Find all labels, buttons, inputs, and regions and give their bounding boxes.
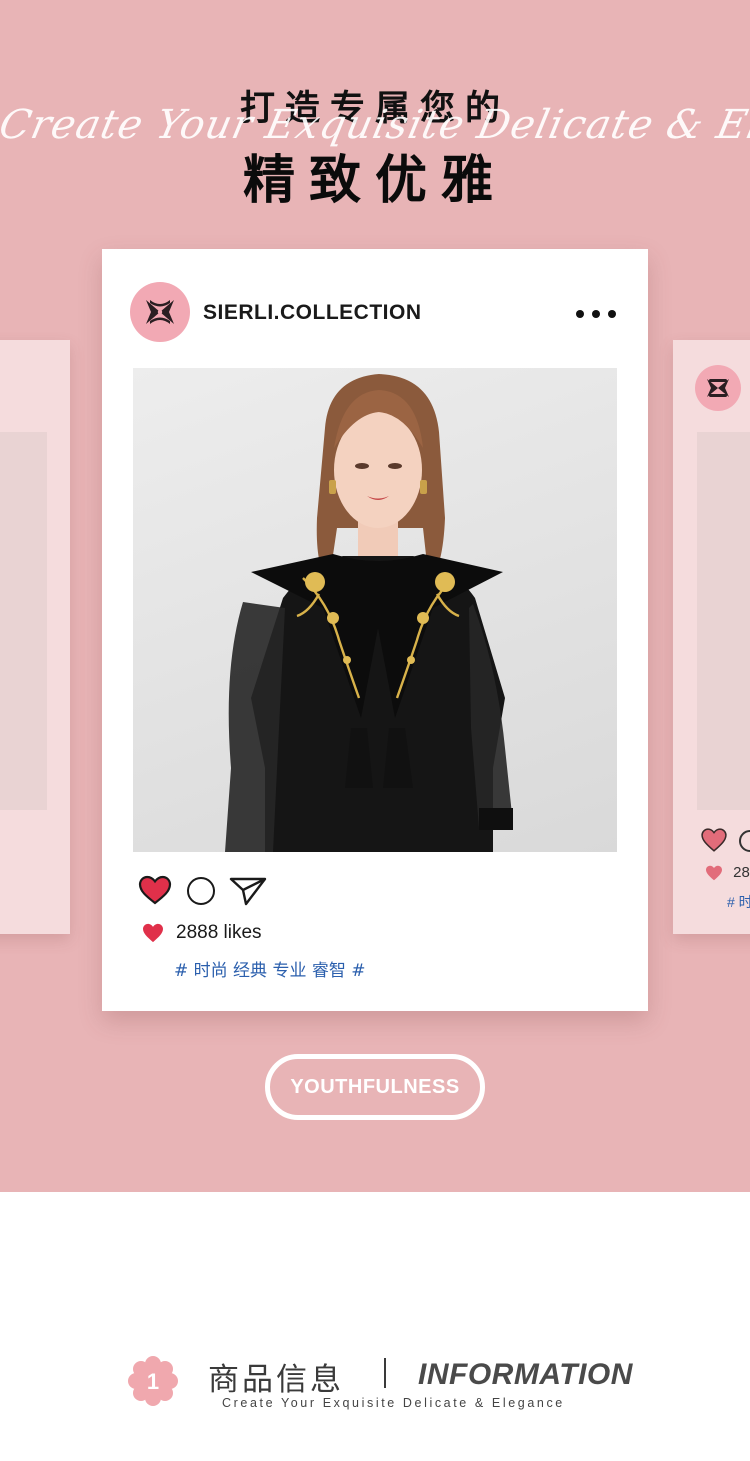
side-post-photo — [697, 432, 750, 810]
section-title-en: INFORMATION — [418, 1358, 633, 1391]
heart-icon[interactable] — [138, 875, 172, 905]
likes-count: 2888 likes — [176, 922, 262, 943]
hero-section: 打造专属您的 Create Your Exquisite Delicate & … — [0, 0, 750, 1192]
product-info-header: 1 商品信息 INFORMATION Create Your Exquisite… — [0, 1350, 750, 1420]
section-number: 1 — [147, 1369, 159, 1394]
comment-icon[interactable] — [187, 877, 215, 905]
youthfulness-button[interactable]: YOUTHFULNESS — [265, 1054, 485, 1120]
post-hashtags[interactable]: # 时尚 经典 专业 睿智 # — [174, 956, 366, 981]
post-likes: 2888 likes — [142, 921, 262, 945]
post-card: SIERLI.COLLECTION 2888 likes # 时尚 经典 专业 … — [102, 249, 648, 1011]
post-actions — [138, 874, 338, 908]
more-dot — [608, 310, 616, 318]
side-heart-icon — [701, 828, 727, 852]
headline-main: 精致优雅 — [242, 151, 507, 211]
section-title-cn: 商品信息 — [208, 1362, 344, 1398]
more-dot — [592, 310, 600, 318]
side-like-heart-icon — [706, 865, 722, 881]
side-post-photo — [0, 432, 47, 810]
flower-number-icon: 1 — [128, 1356, 178, 1406]
more-dots-icon[interactable] — [576, 307, 616, 321]
side-avatar-icon — [695, 365, 741, 411]
section-subtitle: Create Your Exquisite Delicate & Eleganc… — [222, 1396, 565, 1410]
more-dot — [576, 310, 584, 318]
side-likes: 288 — [705, 864, 750, 881]
sierli-logo-icon[interactable] — [130, 282, 190, 342]
section-divider — [384, 1358, 386, 1388]
post-photo[interactable] — [133, 368, 617, 852]
side-post-card-right: 288 # 时 — [673, 340, 750, 934]
like-heart-icon — [143, 923, 163, 943]
side-likes-text: 288 — [733, 864, 750, 881]
send-icon[interactable] — [229, 876, 267, 906]
side-post-card-left — [0, 340, 70, 934]
side-comment-icon — [739, 830, 750, 852]
side-tags: # 时 — [727, 894, 750, 910]
post-username[interactable]: SIERLI.COLLECTION — [203, 301, 422, 325]
